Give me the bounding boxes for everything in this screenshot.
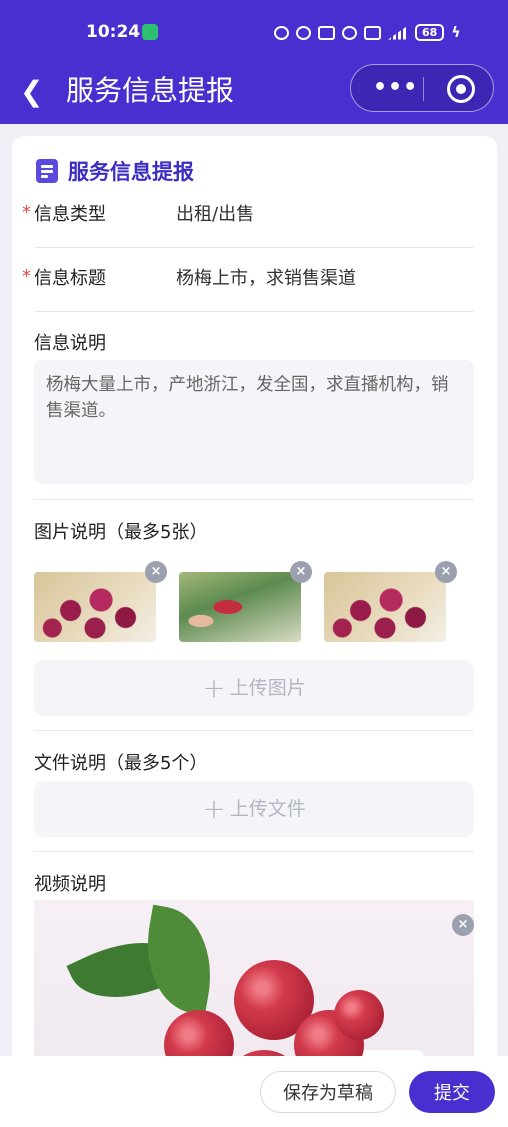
wifi-icon	[342, 25, 357, 40]
message-app-icon	[142, 24, 158, 40]
form-card: 服务信息提报 * 信息类型 出租/出售 * 信息标题 杨梅上市，求销售渠道 信息…	[12, 136, 497, 1127]
close-target-icon[interactable]	[447, 75, 475, 103]
bluetooth-icon	[318, 25, 335, 40]
document-icon	[36, 159, 58, 183]
uploaded-image-3[interactable]	[324, 572, 446, 642]
info-title-row[interactable]: * 信息标题 杨梅上市，求销售渠道	[22, 248, 474, 312]
section-header: 服务信息提报	[36, 156, 194, 186]
uploaded-image-2[interactable]	[179, 572, 301, 642]
mini-program-capsule: •••	[350, 64, 494, 112]
uploaded-image-1[interactable]	[34, 572, 156, 642]
required-mark: *	[22, 202, 31, 223]
info-title-input[interactable]: 杨梅上市，求销售渠道	[176, 264, 356, 290]
page-title: 服务信息提报	[66, 74, 235, 107]
signal-icon	[388, 25, 408, 40]
divider	[34, 851, 474, 852]
upload-file-label: 上传文件	[229, 798, 306, 820]
description-label: 信息说明	[34, 333, 106, 354]
remove-image-icon[interactable]: ×	[145, 561, 167, 583]
section-title: 服务信息提报	[68, 160, 194, 184]
upload-image-label: 上传图片	[229, 677, 306, 699]
info-type-row[interactable]: * 信息类型 出租/出售	[22, 184, 474, 248]
plus-icon: +	[202, 671, 226, 704]
mute-icon	[296, 25, 311, 40]
status-bar: 10:24 68 ϟ	[0, 0, 508, 64]
info-type-value[interactable]: 出租/出售	[176, 200, 254, 226]
files-label: 文件说明（最多5个）	[34, 753, 208, 774]
remove-image-icon[interactable]: ×	[290, 561, 312, 583]
bottom-action-bar: 保存为草稿 提交	[0, 1056, 508, 1127]
plus-icon: +	[202, 792, 226, 825]
back-icon[interactable]: ❮	[20, 78, 43, 106]
leaf-graphic	[135, 904, 223, 1016]
upload-file-button[interactable]: + 上传文件	[34, 781, 474, 837]
status-time: 10:24	[86, 22, 141, 42]
charging-icon: ϟ	[451, 24, 461, 41]
video-label: 视频说明	[34, 874, 106, 895]
capsule-divider	[423, 77, 424, 101]
berry-graphic	[334, 990, 384, 1040]
alarm-icon	[274, 25, 289, 40]
submit-button[interactable]: 提交	[409, 1071, 495, 1113]
divider	[34, 499, 474, 500]
info-type-label: 信息类型	[34, 204, 106, 225]
required-mark: *	[22, 266, 31, 287]
battery-icon: 68	[415, 24, 445, 41]
status-icons: 68 ϟ	[274, 24, 461, 41]
save-draft-button[interactable]: 保存为草稿	[260, 1071, 396, 1113]
more-icon[interactable]: •••	[373, 77, 418, 99]
remove-video-icon[interactable]: ×	[452, 914, 474, 936]
info-title-label: 信息标题	[34, 268, 106, 289]
remove-image-icon[interactable]: ×	[435, 561, 457, 583]
divider	[34, 730, 474, 731]
upload-image-button[interactable]: + 上传图片	[34, 660, 474, 716]
hd-icon	[364, 25, 381, 40]
nav-bar: ❮ 服务信息提报 •••	[0, 64, 508, 124]
images-label: 图片说明（最多5张）	[34, 522, 208, 543]
description-textarea[interactable]: 杨梅大量上市，产地浙江，发全国，求直播机构，销售渠道。	[34, 360, 474, 484]
